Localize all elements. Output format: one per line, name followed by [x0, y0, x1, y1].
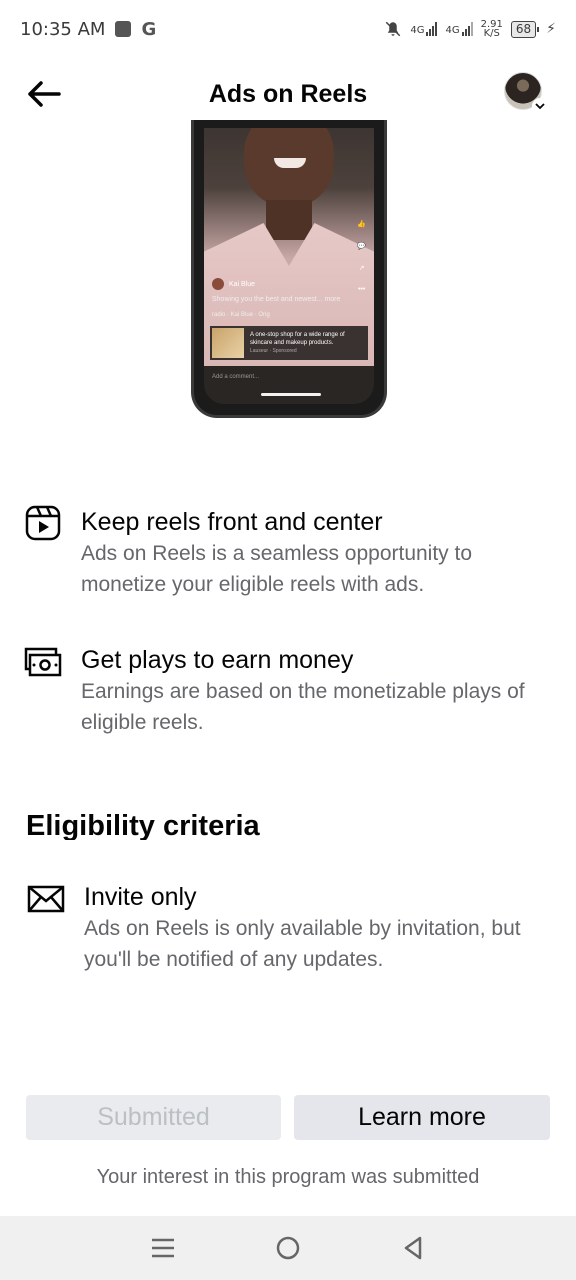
home-circle-icon — [276, 1236, 300, 1260]
envelope-icon — [27, 880, 65, 918]
profile-switcher[interactable] — [504, 72, 548, 116]
phone-home-indicator — [261, 393, 321, 396]
ad-thumbnail — [212, 328, 244, 358]
creator-name: Kai Blue — [229, 280, 256, 288]
signal-1: 4G — [410, 22, 438, 36]
signal-bars-icon — [461, 22, 473, 36]
network-label-2: 4G — [445, 25, 460, 36]
creator-neck — [266, 200, 312, 240]
money-icon — [24, 643, 62, 681]
ad-sponsor: Lauseur · Sponsored — [250, 348, 297, 354]
ad-text-block: A one-stop shop for a wide range of skin… — [250, 331, 366, 355]
feature-title: Keep reels front and center — [81, 508, 383, 536]
creator-avatar — [212, 278, 224, 290]
signal-bars-icon — [426, 22, 438, 36]
back-triangle-icon — [405, 1236, 422, 1260]
comment-icon: 💬 — [357, 243, 366, 250]
eligibility-heading: Eligibility criteria — [26, 810, 260, 840]
share-icon: ↗ — [358, 265, 365, 272]
battery-icon: 68 — [510, 20, 540, 38]
chevron-down-icon — [532, 98, 548, 114]
network-speed: 2.91 K/S — [481, 20, 503, 39]
feature-title: Get plays to earn money — [81, 646, 354, 674]
signal-2: 4G — [445, 22, 473, 36]
notification-square-icon — [115, 21, 132, 37]
charging-bolt-icon: ⚡ — [546, 21, 556, 37]
reels-ad-preview-phone: 👍 💬 ↗ ••• Kai Blue Showing you the best … — [191, 120, 387, 418]
back-nav-button[interactable] — [393, 1228, 433, 1268]
google-g-icon: G — [141, 18, 157, 40]
more-icon: ••• — [357, 286, 366, 293]
ad-text: A one-stop shop for a wide range of skin… — [250, 332, 345, 346]
reel-music: radio · Kai Blue · Orig — [212, 312, 270, 318]
status-bar: 10:35 AM G 4G 4G 2.91 K/S 68 ⚡ — [0, 0, 576, 58]
status-right: 4G 4G 2.91 K/S 68 ⚡ — [384, 20, 556, 39]
speed-unit: K/S — [483, 28, 500, 39]
feature-description: Earnings are based on the monetizable pl… — [81, 680, 525, 734]
app-header: Ads on Reels — [0, 62, 576, 126]
like-icon: 👍 — [357, 221, 366, 228]
back-button[interactable] — [24, 76, 64, 112]
home-button[interactable] — [268, 1228, 308, 1268]
feature-description: Ads on Reels is a seamless opportunity t… — [81, 542, 473, 596]
phone-screen: 👍 💬 ↗ ••• Kai Blue Showing you the best … — [204, 128, 374, 404]
reel-creator: Kai Blue — [212, 278, 255, 290]
network-label-1: 4G — [410, 25, 425, 36]
reels-icon — [24, 504, 62, 542]
bell-muted-icon — [386, 21, 401, 37]
menu-icon — [151, 1238, 174, 1258]
reel-side-actions: 👍 💬 ↗ ••• — [357, 220, 366, 293]
status-time: 10:35 AM — [20, 18, 106, 40]
submitted-button[interactable]: Submitted — [26, 1095, 281, 1140]
page-title: Ads on Reels — [208, 79, 368, 108]
system-nav-bar — [0, 1216, 576, 1280]
learn-more-button[interactable]: Learn more — [294, 1095, 550, 1140]
criteria-title: Invite only — [84, 883, 197, 911]
creator-smile — [274, 158, 306, 168]
submission-note: Your interest in this program was submit… — [96, 1166, 480, 1188]
criteria-description: Ads on Reels is only available by invita… — [84, 917, 521, 971]
reel-ad-card: A one-stop shop for a wide range of skin… — [210, 326, 368, 360]
comment-placeholder: Add a comment... — [212, 374, 260, 380]
reel-caption: Showing you the best and newest... more — [212, 296, 341, 303]
status-left: 10:35 AM G — [20, 19, 156, 40]
creator-face — [244, 128, 334, 208]
arrow-left-icon — [28, 81, 61, 107]
menu-button[interactable] — [143, 1228, 183, 1268]
